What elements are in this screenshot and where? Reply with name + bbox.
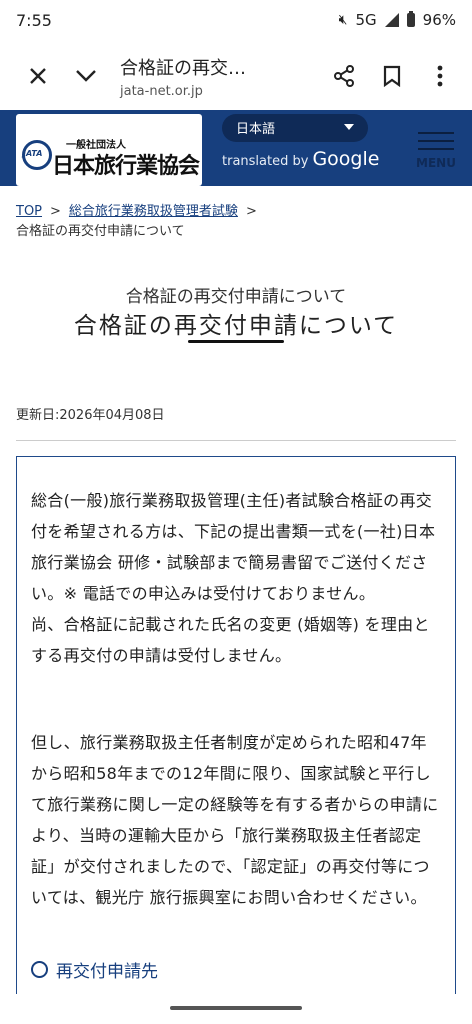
title-underline — [188, 340, 284, 343]
jata-logo-icon — [22, 140, 52, 170]
logo-name: 日本旅行業協会 — [52, 154, 200, 179]
content-box: 総合(一般)旅行業務取扱管理(主任)者試験合格証の再交付を希望される方は、下記の… — [16, 456, 456, 1016]
updated-date: 更新日:2026年04月08日 — [16, 408, 165, 423]
home-gesture-handle[interactable] — [170, 1006, 302, 1010]
section-heading: 再交付申請先 — [31, 957, 158, 982]
breadcrumb-current: 合格証の再交付申請について — [16, 224, 185, 239]
battery-percent: 96% — [422, 11, 456, 29]
browser-toolbar: 合格証の再交… jata-net.or.jp — [0, 40, 472, 112]
system-nav-bar — [0, 994, 472, 1024]
share-icon[interactable] — [320, 52, 368, 100]
breadcrumb-separator: > — [245, 204, 257, 219]
translated-prefix: translated by — [222, 154, 309, 169]
status-bar: 7:55 🔇︎ 5G 96% — [0, 0, 472, 40]
chevron-down-icon[interactable] — [62, 52, 110, 100]
page-subtitle: 合格証の再交付申請について — [125, 287, 347, 307]
section-heading-label: 再交付申請先 — [56, 962, 158, 982]
content-paragraph-2: 但し、旅行業務取扱主任者制度が定められた昭和47年から昭和58年までの12年間に… — [31, 733, 439, 907]
more-vert-icon[interactable] — [416, 52, 464, 100]
status-icons: 🔇︎ 5G 96% — [339, 11, 456, 29]
hamburger-icon — [418, 132, 454, 134]
close-icon[interactable] — [14, 52, 62, 100]
signal-icon — [384, 13, 399, 27]
menu-button[interactable]: MENU — [412, 126, 460, 184]
page-title: 合格証の再交付申請について — [73, 313, 399, 339]
page-url: jata-net.or.jp — [120, 83, 203, 99]
menu-label: MENU — [416, 156, 456, 170]
page-info[interactable]: 合格証の再交… jata-net.or.jp — [110, 54, 320, 99]
circle-icon — [31, 961, 48, 978]
google-brand: Google — [312, 148, 380, 170]
breadcrumb-home-link[interactable]: TOP — [16, 204, 42, 219]
status-time: 7:55 — [16, 10, 52, 30]
breadcrumb-separator: > — [50, 204, 61, 219]
breadcrumb: TOP > 総合旅行業務取扱管理者試験 > 合格証の再交付申請について — [16, 202, 456, 242]
page-tab-title: 合格証の再交… — [120, 57, 246, 79]
site-header: 一般社団法人 日本旅行業協会 日本語 translated byGoogle M… — [0, 110, 472, 186]
site-logo[interactable]: 一般社団法人 日本旅行業協会 — [16, 114, 202, 186]
language-selector[interactable]: 日本語 — [222, 114, 368, 142]
content-paragraph-1: 総合(一般)旅行業務取扱管理(主任)者試験合格証の再交付を希望される方は、下記の… — [31, 491, 436, 665]
mute-icon: 🔇︎ — [338, 12, 348, 28]
network-label: 5G — [355, 11, 377, 29]
translated-by-google: translated by Google — [222, 148, 379, 170]
language-label: 日本語 — [236, 122, 276, 137]
breadcrumb-parent-link[interactable]: 総合旅行業務取扱管理者試験 — [69, 204, 238, 219]
battery-icon — [406, 11, 415, 27]
divider — [16, 440, 456, 441]
bookmark-icon[interactable] — [368, 52, 416, 100]
caret-down-icon — [344, 124, 354, 130]
hamburger-line — [418, 148, 454, 150]
hamburger-line — [418, 140, 454, 142]
